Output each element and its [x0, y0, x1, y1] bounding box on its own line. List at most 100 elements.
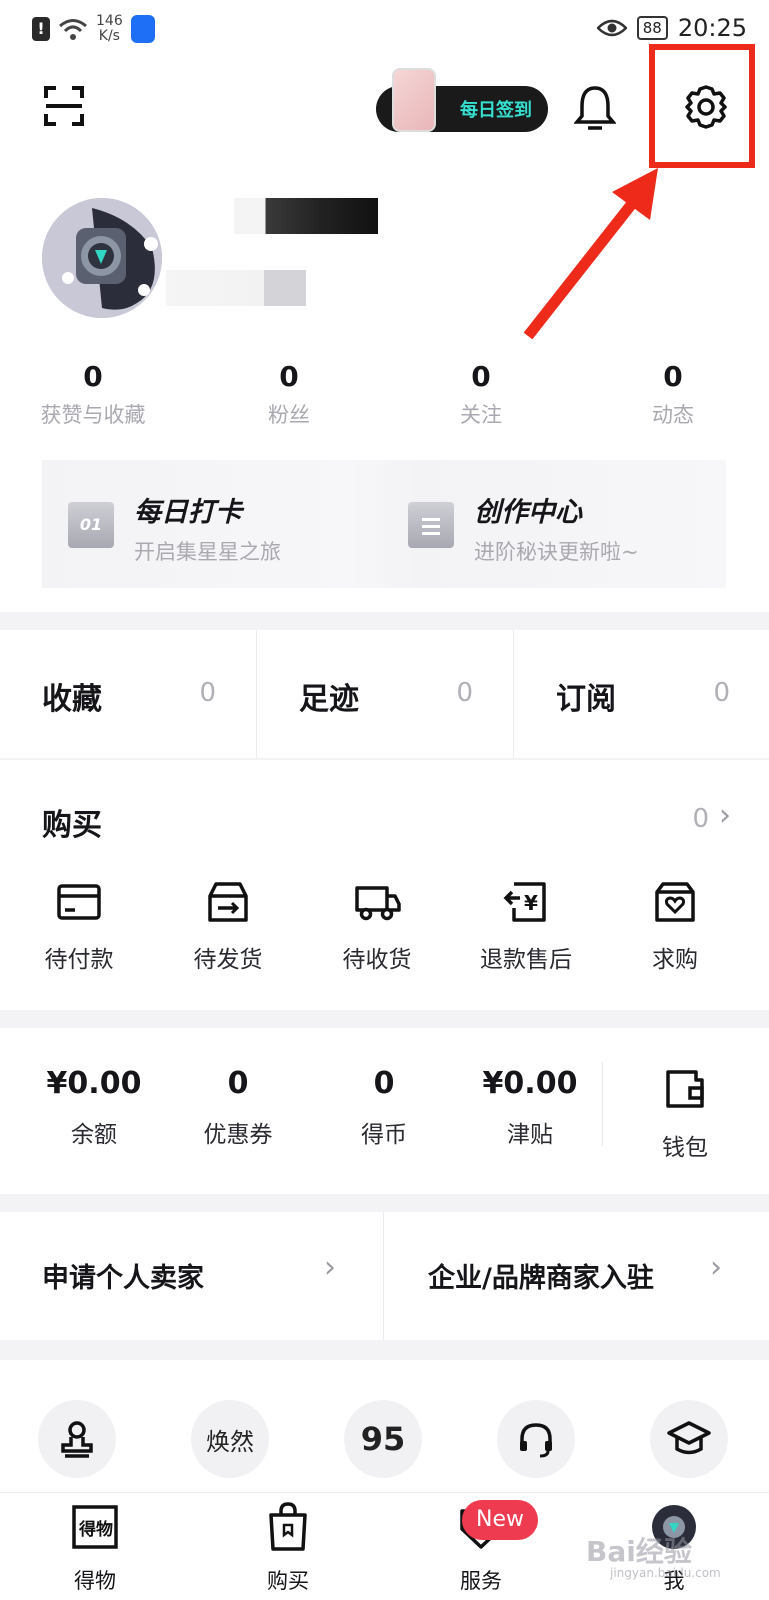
creator-center-card[interactable]: 创作中心 进阶秘诀更新啦~ [382, 460, 722, 588]
coins-entry[interactable]: 0 得币 [312, 1066, 456, 1149]
stat-value: 0 [471, 360, 491, 393]
chevron-right-icon: › [324, 1250, 336, 1285]
security-icon [130, 15, 155, 43]
user-id-redacted [166, 270, 306, 306]
watch-avatar-icon [42, 198, 162, 318]
scan-icon[interactable] [44, 86, 84, 126]
purchase-item-label: 待付款 [44, 947, 114, 973]
purchase-item-label: 退款售后 [480, 947, 572, 973]
watermark: Bai经验 [586, 1535, 692, 1568]
network-speed: 146 K/s [96, 14, 123, 44]
merchant-label: 企业/品牌商家入驻 [428, 1263, 654, 1294]
collection-label: 收藏 [42, 682, 102, 717]
status-right: 88 20:25 [596, 14, 747, 42]
wallet-value: ¥0.00 [482, 1066, 578, 1101]
wishbag-icon [655, 882, 695, 922]
collection-count: 0 [713, 678, 730, 708]
wallet-button[interactable]: 钱包 [640, 1068, 730, 1162]
balance-entry[interactable]: ¥0.00 余额 [22, 1066, 166, 1149]
stat-value: 0 [663, 360, 683, 393]
watermark-sub: jingyan.baidu.com [610, 1566, 721, 1580]
pending-receipt[interactable]: 待收货 [302, 880, 452, 974]
coupon-entry[interactable]: 0 优惠券 [166, 1066, 310, 1149]
avatar[interactable] [42, 198, 162, 318]
username-redacted [234, 198, 378, 234]
wallet-label: 得币 [361, 1122, 407, 1148]
wallet-section: ¥0.00 余额 0 优惠券 0 得币 ¥0.00 津贴 钱包 [0, 1028, 769, 1194]
services-row: 焕然 95 [0, 1360, 769, 1492]
divider [602, 1062, 603, 1146]
wallet-label: 钱包 [662, 1135, 708, 1161]
purchase-item-label: 待收货 [342, 947, 412, 973]
eye-icon [596, 19, 627, 37]
quick-entry-subtitle: 进阶秘诀更新啦~ [474, 540, 639, 564]
stat-label: 获赞与收藏 [40, 403, 146, 427]
truck-icon [355, 886, 401, 921]
tab-dewu[interactable]: 得物 得物 [40, 1501, 150, 1595]
stat-likes-favorites[interactable]: 0 获赞与收藏 [8, 360, 178, 429]
wifi-icon [59, 19, 87, 40]
refund-aftersale[interactable]: ¥ 退款售后 [451, 880, 601, 974]
battery-indicator: 88 [636, 16, 668, 40]
personal-seller-entry[interactable]: 申请个人卖家 › [0, 1212, 383, 1340]
purchase-item-label: 求购 [652, 947, 698, 973]
collection-row: 收藏 0 足迹 0 订阅 0 [0, 630, 769, 758]
purchase-section: 购买 0 › 待付款 待发货 待收货 ¥ 退款售后 求购 [0, 760, 769, 1010]
daily-punch-card[interactable]: 01 每日打卡 开启集星星之旅 [42, 460, 382, 588]
collection-label: 订阅 [556, 682, 616, 717]
tab-label: 购买 [267, 1569, 309, 1593]
clock: 20:25 [677, 14, 747, 42]
stamp-icon[interactable] [38, 1400, 116, 1478]
speed-value: 146 [96, 13, 123, 29]
box-icon [208, 882, 248, 922]
daily-checkin-label: 每日签到 [460, 100, 532, 121]
allowance-entry[interactable]: ¥0.00 津贴 [458, 1066, 602, 1149]
merchant-section: 申请个人卖家 › 企业/品牌商家入驻 › [0, 1212, 769, 1340]
new-badge: New [462, 1500, 538, 1540]
wallet-value: 0 [373, 1066, 395, 1101]
wallet-label: 津贴 [507, 1122, 553, 1148]
purchase-title: 购买 [42, 808, 102, 843]
brand-seller-entry[interactable]: 企业/品牌商家入驻 › [384, 1212, 769, 1340]
document-icon [408, 502, 454, 548]
wish-purchase[interactable]: 求购 [600, 880, 750, 974]
stat-fans[interactable]: 0 粉丝 [204, 360, 374, 429]
chevron-right-icon[interactable]: › [719, 798, 731, 833]
95-icon[interactable]: 95 [344, 1400, 422, 1478]
tab-buy[interactable]: 购买 [233, 1501, 343, 1595]
huanran-icon[interactable]: 焕然 [191, 1400, 269, 1478]
stat-following[interactable]: 0 关注 [396, 360, 566, 429]
pending-payment[interactable]: 待付款 [4, 880, 154, 974]
pending-shipment[interactable]: 待发货 [153, 880, 303, 974]
speed-unit: K/s [98, 28, 120, 44]
stat-label: 关注 [460, 403, 502, 427]
stat-value: 0 [83, 360, 103, 393]
collection-label: 足迹 [299, 682, 359, 717]
purchase-item-label: 待发货 [193, 947, 263, 973]
wallet-value: 0 [227, 1066, 249, 1101]
headset-icon[interactable] [497, 1400, 575, 1478]
svg-text:¥: ¥ [524, 891, 538, 915]
favorites-entry[interactable]: 收藏 0 [0, 630, 256, 758]
quick-entry-title: 创作中心 [474, 497, 582, 528]
status-left: ! 146 K/s [32, 14, 155, 44]
alert-icon: ! [32, 17, 50, 41]
quick-entries: 01 每日打卡 开启集星星之旅 创作中心 进阶秘诀更新啦~ [42, 460, 726, 588]
wallet-label: 余额 [71, 1122, 117, 1148]
stat-posts[interactable]: 0 动态 [588, 360, 758, 429]
subscriptions-entry[interactable]: 订阅 0 [514, 630, 769, 758]
tab-label: 得物 [74, 1569, 116, 1593]
purchase-count[interactable]: 0 [692, 804, 709, 834]
tab-label: 服务 [460, 1569, 502, 1593]
svg-text:得物: 得物 [78, 1519, 113, 1540]
arrow-annotation-icon [523, 168, 658, 340]
wallet-icon [666, 1070, 704, 1108]
refund-icon: ¥ [503, 882, 546, 922]
stat-label: 粉丝 [268, 403, 310, 427]
quick-entry-title: 每日打卡 [134, 497, 242, 528]
graduation-icon[interactable] [650, 1400, 728, 1478]
footprints-entry[interactable]: 足迹 0 [257, 630, 513, 758]
daily-checkin-button[interactable]: 每日签到 [376, 68, 548, 132]
bell-icon[interactable] [574, 84, 616, 130]
wallet-label: 优惠券 [203, 1122, 273, 1148]
